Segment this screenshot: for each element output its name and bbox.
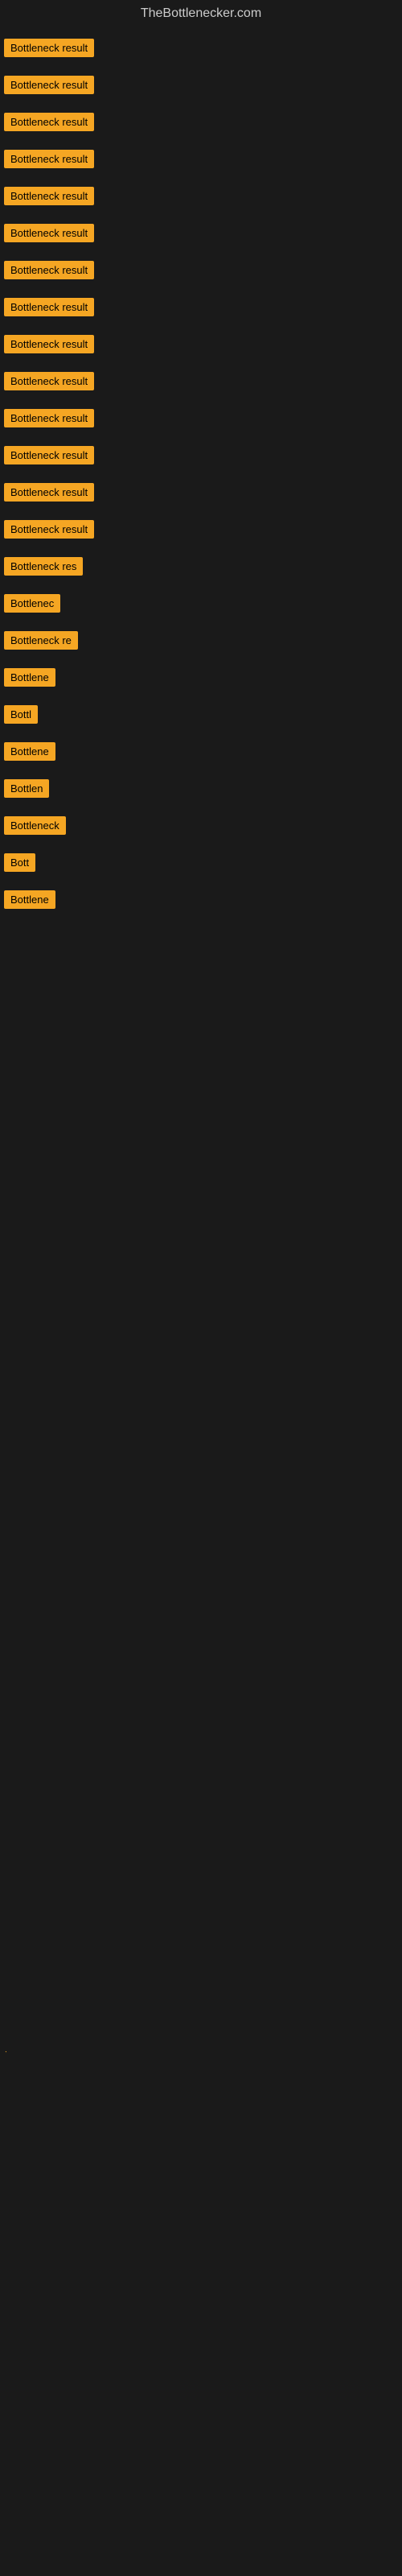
- list-item: Bottleneck result: [4, 147, 398, 175]
- bottleneck-badge[interactable]: Bottleneck result: [4, 483, 94, 502]
- list-item: Bott: [4, 850, 398, 879]
- list-item: Bottleneck result: [4, 480, 398, 509]
- list-item: Bottleneck result: [4, 184, 398, 213]
- bottleneck-badge[interactable]: Bottleneck result: [4, 372, 94, 390]
- bottleneck-badge[interactable]: Bottleneck result: [4, 409, 94, 427]
- list-item: Bottleneck result: [4, 72, 398, 101]
- list-item: Bottleneck result: [4, 443, 398, 472]
- bottleneck-badge[interactable]: Bottleneck result: [4, 520, 94, 539]
- list-item: Bottlene: [4, 739, 398, 768]
- bottleneck-list: Bottleneck result Bottleneck result Bottle…: [0, 27, 402, 932]
- list-item: Bottlene: [4, 665, 398, 694]
- bottleneck-badge[interactable]: Bottleneck result: [4, 187, 94, 205]
- bottleneck-badge[interactable]: Bottlene: [4, 742, 55, 761]
- list-item: Bottl: [4, 702, 398, 731]
- bottleneck-badge[interactable]: Bottlenec: [4, 594, 60, 613]
- bottleneck-badge[interactable]: Bottleneck result: [4, 224, 94, 242]
- spacer: [0, 932, 402, 1093]
- list-item: Bottleneck result: [4, 295, 398, 324]
- list-item: Bottlen: [4, 776, 398, 805]
- bottleneck-badge[interactable]: Bott: [4, 853, 35, 872]
- bottleneck-badge[interactable]: Bottleneck result: [4, 335, 94, 353]
- bottleneck-badge[interactable]: Bottleneck result: [4, 113, 94, 131]
- list-item: Bottleneck result: [4, 406, 398, 435]
- list-item: Bottleneck result: [4, 35, 398, 64]
- bottleneck-badge[interactable]: Bottleneck re: [4, 631, 78, 650]
- bottom-label: ·: [2, 2050, 10, 2053]
- list-item: Bottlenec: [4, 591, 398, 620]
- list-item: Bottleneck re: [4, 628, 398, 657]
- list-item: Bottlene: [4, 887, 398, 916]
- list-item: Bottleneck result: [4, 109, 398, 138]
- bottleneck-badge[interactable]: Bottlene: [4, 668, 55, 687]
- bottleneck-badge[interactable]: Bottleneck result: [4, 446, 94, 464]
- site-header: TheBottlenecker.com: [0, 0, 402, 27]
- bottleneck-badge[interactable]: Bottleneck result: [4, 261, 94, 279]
- list-item: Bottleneck result: [4, 258, 398, 287]
- bottleneck-badge[interactable]: Bottleneck result: [4, 298, 94, 316]
- list-item: Bottleneck result: [4, 369, 398, 398]
- bottleneck-badge[interactable]: Bottl: [4, 705, 38, 724]
- bottleneck-badge[interactable]: Bottleneck result: [4, 76, 94, 94]
- bottleneck-badge[interactable]: Bottleneck result: [4, 39, 94, 57]
- list-item: Bottleneck result: [4, 517, 398, 546]
- bottleneck-badge[interactable]: Bottleneck: [4, 816, 66, 835]
- list-item: Bottleneck res: [4, 554, 398, 583]
- site-title: TheBottlenecker.com: [0, 0, 402, 27]
- list-item: Bottleneck result: [4, 221, 398, 250]
- bottleneck-badge[interactable]: Bottleneck res: [4, 557, 83, 576]
- bottleneck-badge[interactable]: Bottleneck result: [4, 150, 94, 168]
- list-item: Bottleneck: [4, 813, 398, 842]
- bottleneck-badge[interactable]: Bottlene: [4, 890, 55, 909]
- bottleneck-badge[interactable]: Bottlen: [4, 779, 49, 798]
- list-item: Bottleneck result: [4, 332, 398, 361]
